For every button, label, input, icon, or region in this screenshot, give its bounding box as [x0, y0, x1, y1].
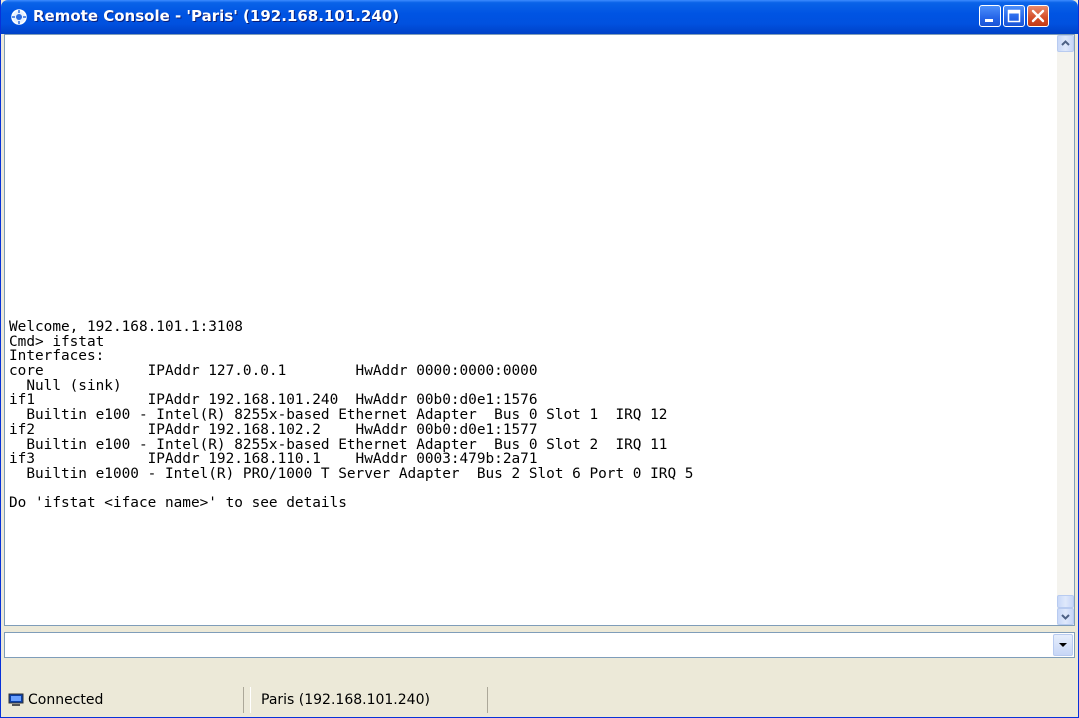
console-line: if2 IPAddr 192.168.102.2 HwAddr 00b0:d0e…: [9, 421, 538, 438]
status-panel-host: Paris (192.168.101.240): [250, 687, 488, 713]
maximize-icon: [1007, 9, 1021, 23]
console-line: if3 IPAddr 192.168.110.1 HwAddr 0003:479…: [9, 451, 538, 468]
console-line: Null (sink): [9, 377, 122, 394]
computer-icon: [8, 693, 24, 706]
status-panel-connection: Connected: [4, 687, 244, 713]
close-icon: [1031, 9, 1045, 23]
console-line: core IPAddr 127.0.0.1 HwAddr 0000:0000:0…: [9, 363, 538, 379]
remote-console-icon: [11, 9, 27, 25]
vertical-scrollbar[interactable]: [1057, 35, 1074, 625]
scroll-down-button[interactable]: [1057, 608, 1074, 625]
maximize-button[interactable]: [1003, 5, 1025, 27]
scroll-thumb[interactable]: [1057, 595, 1074, 608]
minimize-button[interactable]: [979, 5, 1001, 27]
scroll-up-button[interactable]: [1057, 35, 1074, 52]
title-bar[interactable]: Remote Console - 'Paris' (192.168.101.24…: [1, 0, 1078, 34]
command-field[interactable]: [7, 635, 1047, 655]
window-title: Remote Console - 'Paris' (192.168.101.24…: [33, 7, 400, 25]
host-label: Paris (192.168.101.240): [261, 692, 430, 708]
remote-console-window: Remote Console - 'Paris' (192.168.101.24…: [0, 0, 1079, 718]
history-dropdown-button[interactable]: [1053, 634, 1073, 656]
console-text: Welcome, 192.168.101.1:3108 Cmd> ifstat …: [9, 320, 1049, 513]
console-line: Builtin e100 - Intel(R) 8255x-based Ethe…: [9, 436, 668, 453]
chevron-down-icon: [1061, 614, 1070, 620]
minimize-icon: [985, 19, 993, 22]
console-output[interactable]: Welcome, 192.168.101.1:3108 Cmd> ifstat …: [4, 34, 1075, 626]
connection-status: Connected: [28, 692, 104, 708]
console-line: Interfaces:: [9, 348, 105, 365]
console-line: Builtin e1000 - Intel(R) PRO/1000 T Serv…: [9, 465, 694, 482]
console-line: Do 'ifstat <iface name>' to see details: [9, 495, 347, 512]
triangle-down-icon: [1059, 643, 1067, 647]
chevron-up-icon: [1061, 40, 1070, 46]
status-bar: Connected Paris (192.168.101.240): [4, 686, 1075, 716]
console-line: Cmd> ifstat: [9, 333, 105, 350]
console-line: Builtin e100 - Intel(R) 8255x-based Ethe…: [9, 407, 668, 424]
close-button[interactable]: [1027, 5, 1049, 27]
client-area: Welcome, 192.168.101.1:3108 Cmd> ifstat …: [4, 34, 1075, 716]
command-input[interactable]: [4, 632, 1075, 658]
console-line: if1 IPAddr 192.168.101.240 HwAddr 00b0:d…: [9, 392, 538, 409]
